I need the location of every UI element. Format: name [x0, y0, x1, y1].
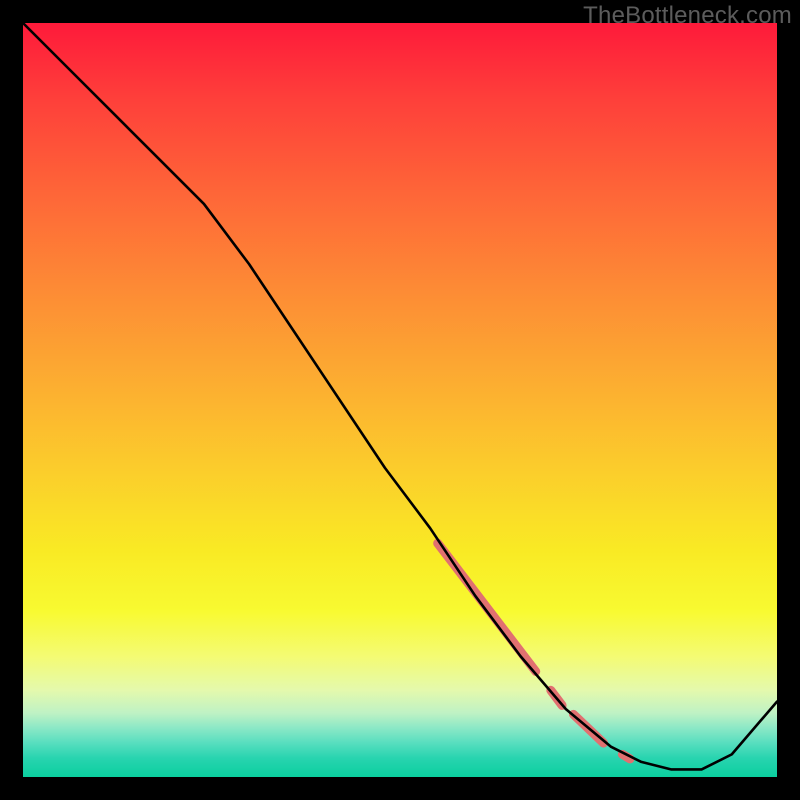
chart-overlay [23, 23, 777, 777]
watermark-text: TheBottleneck.com [583, 2, 792, 30]
main-curve [23, 23, 777, 769]
chart-frame: TheBottleneck.com [0, 0, 800, 800]
highlight-layer [438, 543, 630, 759]
